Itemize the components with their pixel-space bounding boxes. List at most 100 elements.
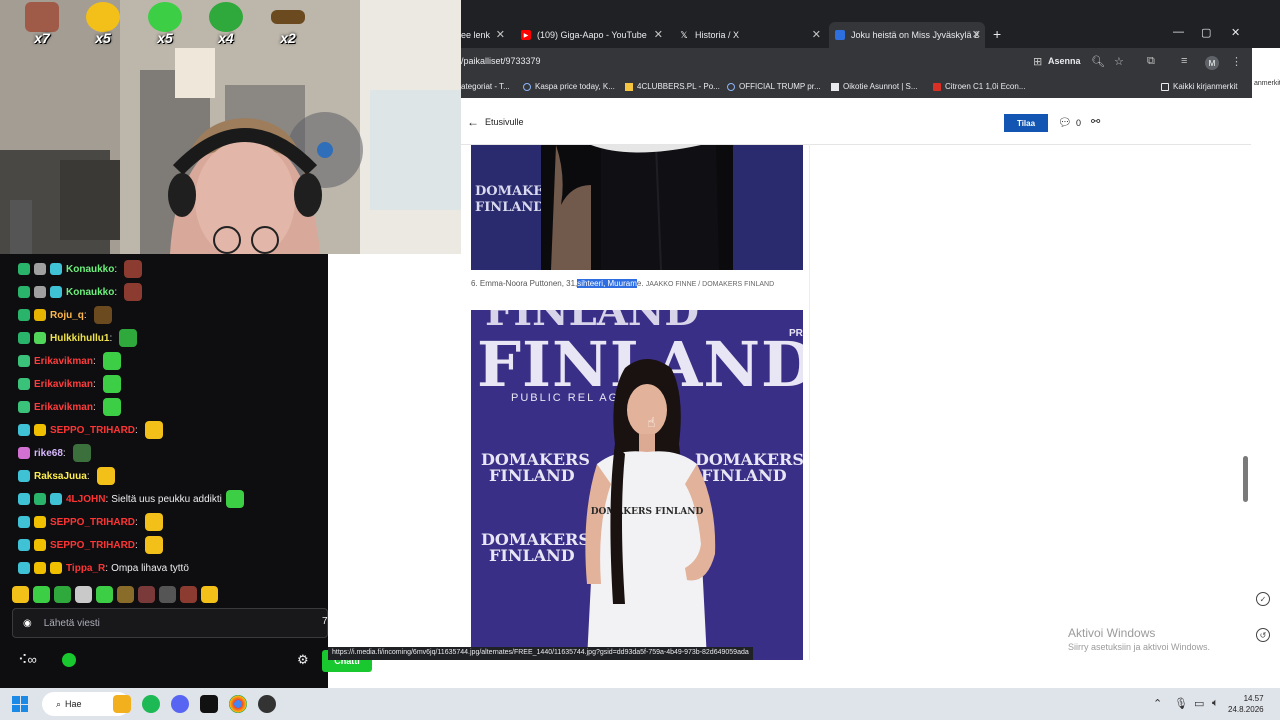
close-icon[interactable]: ✕ [654,28,663,41]
monitor-icon[interactable]: ▭ [1194,697,1204,710]
article-photo-previous[interactable]: DOMAKERS FINLAND [471,145,803,270]
chat-username[interactable]: SEPPO_TRIHARD [50,425,135,436]
tab-search-icon[interactable]: ≡ [1181,55,1187,67]
tab-youtube[interactable]: ▶ (109) Giga-Aapo - YouTube ✕ [517,22,667,48]
user-badge-icon[interactable] [18,309,30,321]
chat-username[interactable]: rike68 [34,448,63,459]
close-window-icon[interactable]: ✕ [1231,26,1240,39]
emote-shortcut-icon[interactable] [33,585,50,603]
menu-icon[interactable]: ⋮ [1231,55,1242,68]
profile-avatar[interactable]: M [1205,56,1219,70]
chat-username[interactable]: Konaukko [66,287,114,298]
chat-username[interactable]: Hulkkihullu1 [50,333,109,344]
chat-username[interactable]: Roju_q [50,310,84,321]
user-badge-icon[interactable] [34,493,46,505]
close-icon[interactable]: ✕ [496,28,505,41]
maximize-icon[interactable]: ▢ [1201,26,1211,39]
bookmark-2[interactable]: 4CLUBBERS.PL - Po... [625,82,720,91]
chrome-icon[interactable] [229,695,247,713]
user-badge-icon[interactable] [18,539,30,551]
chat-username[interactable]: Erikavikman [34,379,93,390]
user-badge-icon[interactable] [50,286,62,298]
chat-input[interactable]: ◉ Lähetä viesti [12,608,328,638]
user-badge-icon[interactable] [50,263,62,275]
comments-button[interactable]: 💬︎ 0 [1058,116,1081,129]
emote-shortcut-icon[interactable] [12,585,29,603]
install-button[interactable]: Asenna [1048,56,1081,66]
user-badge-icon[interactable] [34,309,46,321]
install-icon[interactable]: ⊞ [1033,55,1042,68]
bookmark-4[interactable]: Oikotie Asunnot | S... [831,82,918,91]
emote-shortcut-icon[interactable] [201,585,218,603]
volume-icon[interactable]: 🔈︎ [1212,697,1219,710]
emote-shortcut-icon[interactable] [159,585,176,603]
page-scrollbar[interactable] [1243,456,1248,502]
emote-shortcut-icon[interactable] [138,585,155,603]
chat-username[interactable]: Erikavikman [34,402,93,413]
microphone-icon[interactable]: 🎙︎ [1174,697,1188,710]
windows-start-icon[interactable] [12,696,28,712]
url-text[interactable]: /paikalliset/9733379 [461,56,541,66]
emote-shortcut-icon[interactable] [180,585,197,603]
user-badge-icon[interactable] [50,493,62,505]
user-badge-icon[interactable] [18,332,30,344]
user-badge-icon[interactable] [34,286,46,298]
bookmark-3[interactable]: OFFICIAL TRUMP pr... [727,82,821,91]
tab-0[interactable]: ee lenk ✕ [461,22,511,48]
spotify-icon[interactable] [142,695,160,713]
extensions-icon[interactable]: ⧉ [1147,55,1155,68]
user-badge-icon[interactable] [18,424,30,436]
bookmark-1[interactable]: Kaspa price today, K... [523,82,615,91]
user-badge-icon[interactable] [18,516,30,528]
user-badge-icon[interactable] [34,516,46,528]
chat-username[interactable]: SEPPO_TRIHARD [50,517,135,528]
caption-selected-text[interactable]: sihteeri, Muuram [577,279,637,288]
chat-username[interactable]: 4LJOHN [66,494,105,505]
bookmark-5[interactable]: Citroen C1 1,0i Econ... [933,82,1025,91]
chat-username[interactable]: Konaukko [66,264,114,275]
user-badge-icon[interactable] [18,263,30,275]
bookmark-star-icon[interactable]: ☆ [1114,55,1124,68]
emote-shortcut-icon[interactable] [54,585,71,603]
chat-settings-gear-icon[interactable]: ⚙ [297,652,309,668]
emote-shortcut-icon[interactable] [96,585,113,603]
user-badge-icon[interactable] [18,562,30,574]
system-clock[interactable]: 14.57 24.8.2026 [1228,693,1264,715]
user-badge-icon[interactable] [34,263,46,275]
user-badge-icon[interactable] [18,447,30,459]
user-badge-icon[interactable] [34,539,46,551]
user-badge-icon[interactable] [18,355,30,367]
bookmark-0[interactable]: ategoriat - T... [461,82,510,91]
emote-shortcut-icon[interactable] [117,585,134,603]
chat-username[interactable]: Tippa_R [66,563,105,574]
channel-points-icon[interactable]: ◉ [23,618,32,629]
emote-shortcut-icon[interactable] [75,585,92,603]
user-badge-icon[interactable] [50,562,62,574]
user-badge-icon[interactable] [18,401,30,413]
chat-username[interactable]: SEPPO_TRIHARD [50,540,135,551]
tab-news-active[interactable]: Joku heistä on Miss Jyväskylä 2 ✕ [829,22,985,48]
tab-x[interactable]: 𝕏 Historia / X ✕ [675,22,825,48]
subscribe-button[interactable]: Tilaa [1004,114,1048,132]
back-to-front-link[interactable]: ← Etusivulle [467,115,524,129]
app-x-icon[interactable] [200,695,218,713]
all-bookmarks[interactable]: Kaikki kirjanmerkit [1161,82,1237,91]
user-badge-icon[interactable] [18,493,30,505]
chat-users-icon[interactable]: ⠪∞ [18,652,37,668]
file-explorer-icon[interactable] [113,695,131,713]
tray-chevron-icon[interactable]: ⌃ [1153,697,1162,710]
obs-icon[interactable] [258,695,276,713]
bits-icon[interactable] [62,653,76,667]
chat-username[interactable]: Erikavikman [34,356,93,367]
new-tab-plus-icon[interactable]: + [993,26,1001,42]
close-icon[interactable]: ✕ [812,28,821,41]
history-icon[interactable]: ↺ [1256,628,1270,642]
discord-icon[interactable] [171,695,189,713]
user-badge-icon[interactable] [18,286,30,298]
zoom-icon[interactable]: 🔍︎ [1091,55,1105,68]
user-badge-icon[interactable] [18,378,30,390]
minimize-icon[interactable]: — [1173,26,1184,38]
user-badge-icon[interactable] [18,470,30,482]
user-badge-icon[interactable] [34,562,46,574]
chat-username[interactable]: RaksaJuua [34,471,87,482]
